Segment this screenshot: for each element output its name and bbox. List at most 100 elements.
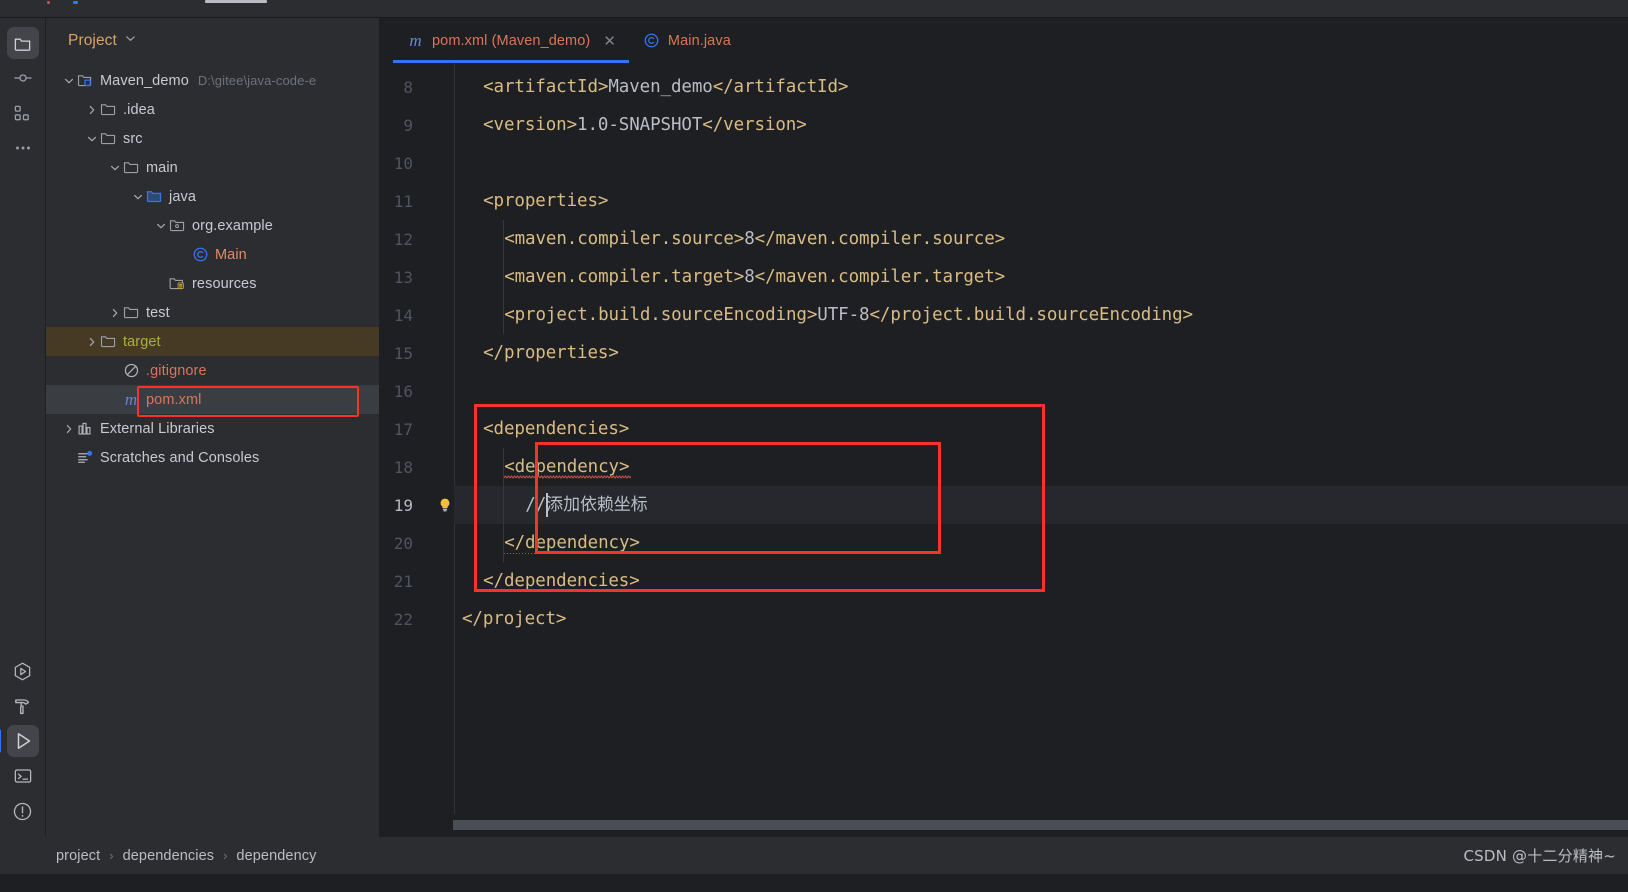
tree-item-label: org.example	[192, 217, 273, 234]
folder-icon	[13, 34, 32, 53]
tree-item-gitignore[interactable]: .gitignore	[46, 356, 379, 385]
code-line[interactable]: //添加依赖坐标	[454, 486, 1628, 524]
tree-item-scratches-and-consoles[interactable]: Scratches and Consoles	[46, 443, 379, 472]
project-panel-header[interactable]: Project	[46, 18, 379, 63]
line-number: 18	[393, 458, 413, 477]
code-line[interactable]: </dependencies>	[454, 562, 1628, 600]
source-folder-icon	[145, 188, 163, 206]
sidebar-item-build[interactable]	[7, 690, 39, 722]
code-editor[interactable]: 8 9 10 11 12 13 14 15 16 17 18 19 20 21 22 <artifactId…	[379, 63, 1628, 814]
sidebar-item-run-with-coverage[interactable]	[7, 655, 39, 687]
titlebar-artifact-red	[47, 1, 50, 4]
folder-icon	[99, 130, 117, 148]
tree-item-java[interactable]: java	[46, 182, 379, 211]
code-line[interactable]: </properties>	[454, 334, 1628, 372]
tree-item-external-libraries[interactable]: External Libraries	[46, 414, 379, 443]
code-line[interactable]: <properties>	[454, 182, 1628, 220]
chevron-right-icon[interactable]	[85, 335, 99, 349]
coverage-icon	[12, 661, 33, 682]
breadcrumb[interactable]: project › dependencies › dependency CSDN @十二分…	[45, 837, 1628, 874]
tree-item-src[interactable]: src	[46, 124, 379, 153]
tree-item-label: Scratches and Consoles	[100, 449, 260, 466]
chevron-right-icon[interactable]	[62, 422, 76, 436]
code-line[interactable]: <maven.compiler.source>8</maven.compiler…	[454, 220, 1628, 258]
tree-item-maven-demo[interactable]: Maven_demo D:\gitee\java-code-e	[46, 66, 379, 95]
tree-item-label: java	[169, 188, 196, 205]
tree-item-idea[interactable]: .idea	[46, 95, 379, 124]
editor-area: m pom.xml (Maven_demo) ✕ Main.java 8 9 10 11 12…	[379, 18, 1628, 837]
sidebar-item-terminal[interactable]	[7, 760, 39, 792]
rail-bottom-group	[0, 655, 39, 837]
sidebar-item-run[interactable]	[0, 725, 39, 757]
tree-arrow-placeholder	[154, 277, 168, 291]
line-number: 10	[393, 154, 413, 173]
sidebar-item-commit[interactable]	[7, 62, 39, 94]
line-number: 13	[393, 268, 413, 287]
error-squiggle	[504, 475, 631, 479]
line-number: 17	[393, 420, 413, 439]
more-dots-icon	[13, 138, 33, 158]
project-tree[interactable]: Maven_demo D:\gitee\java-code-e .idea src ma…	[46, 63, 379, 837]
chevron-right-icon[interactable]	[85, 103, 99, 117]
tree-item-org-example[interactable]: org.example	[46, 211, 379, 240]
line-number: 19	[393, 496, 413, 515]
code-line[interactable]: </dependency>	[454, 524, 1628, 562]
maven-icon: m	[124, 390, 138, 409]
breadcrumb-item[interactable]: dependency	[236, 848, 316, 864]
chevron-down-icon[interactable]	[85, 132, 99, 146]
project-tool-window: Project Maven_demo D:\gitee\java-code-e .i…	[46, 18, 379, 837]
tree-item-path: D:\gitee\java-code-e	[197, 73, 317, 88]
editor-gutter[interactable]: 8 9 10 11 12 13 14 15 16 17 18 19 20 21 22	[379, 63, 454, 814]
chevron-down-icon[interactable]	[62, 74, 76, 88]
code-line[interactable]: <artifactId>Maven_demo</artifactId>	[454, 68, 1628, 106]
code-line[interactable]: <dependency>	[454, 448, 1628, 486]
scrollbar-thumb[interactable]	[453, 820, 1628, 830]
tree-arrow-placeholder	[177, 248, 191, 262]
left-tool-rail	[0, 18, 46, 837]
chevron-down-icon[interactable]	[124, 32, 137, 50]
breadcrumb-item[interactable]: project	[56, 848, 100, 864]
line-number: 8	[403, 78, 413, 97]
breadcrumb-item[interactable]: dependencies	[123, 848, 215, 864]
warning-icon	[12, 801, 33, 822]
tree-item-label: .gitignore	[146, 362, 207, 379]
tree-item-main[interactable]: main	[46, 153, 379, 182]
sidebar-item-structure[interactable]	[7, 97, 39, 129]
package-icon	[168, 217, 186, 235]
lightbulb-icon[interactable]	[437, 497, 453, 513]
breadcrumb-separator: ›	[223, 848, 228, 863]
editor-tab-bar[interactable]: m pom.xml (Maven_demo) ✕ Main.java	[379, 18, 1628, 63]
code-line[interactable]: <project.build.sourceEncoding>UTF-8</pro…	[454, 296, 1628, 334]
tree-item-target[interactable]: target	[46, 327, 379, 356]
sidebar-item-problems[interactable]	[7, 795, 39, 827]
tree-item-test[interactable]: test	[46, 298, 379, 327]
chevron-down-icon[interactable]	[131, 190, 145, 204]
code-line[interactable]: <maven.compiler.target>8</maven.compiler…	[454, 258, 1628, 296]
tree-item-resources[interactable]: resources	[46, 269, 379, 298]
editor-tab-main-java[interactable]: Main.java	[629, 18, 744, 63]
sidebar-item-project[interactable]	[6, 27, 39, 59]
tree-item-label: Main	[215, 246, 247, 263]
line-number: 11	[393, 192, 413, 211]
editor-tab-pom-xml[interactable]: m pom.xml (Maven_demo) ✕	[393, 18, 629, 63]
page-title: Project	[68, 31, 117, 49]
horizontal-scrollbar[interactable]	[379, 814, 1628, 837]
code-line[interactable]	[454, 144, 1628, 182]
breadcrumb-row: project › dependencies › dependency CSDN @十二分…	[0, 837, 1628, 874]
chevron-right-icon[interactable]	[108, 306, 122, 320]
line-number: 9	[403, 116, 413, 135]
code-line[interactable]: <version>1.0-SNAPSHOT</version>	[454, 106, 1628, 144]
tree-item-pom-xml[interactable]: m pom.xml	[46, 385, 379, 414]
breadcrumb-left-spacer	[0, 837, 45, 874]
tree-item-main[interactable]: Main	[46, 240, 379, 269]
line-number: 21	[393, 572, 413, 591]
chevron-down-icon[interactable]	[108, 161, 122, 175]
close-icon[interactable]: ✕	[603, 32, 616, 50]
breadcrumb-separator: ›	[109, 848, 114, 863]
code-line[interactable]: </project>	[454, 600, 1628, 638]
chevron-down-icon[interactable]	[154, 219, 168, 233]
code-line[interactable]	[454, 372, 1628, 410]
sidebar-item-more[interactable]	[7, 132, 39, 164]
code-line[interactable]: <dependencies>	[454, 410, 1628, 448]
code-content[interactable]: <artifactId>Maven_demo</artifactId> <vers…	[454, 63, 1628, 814]
